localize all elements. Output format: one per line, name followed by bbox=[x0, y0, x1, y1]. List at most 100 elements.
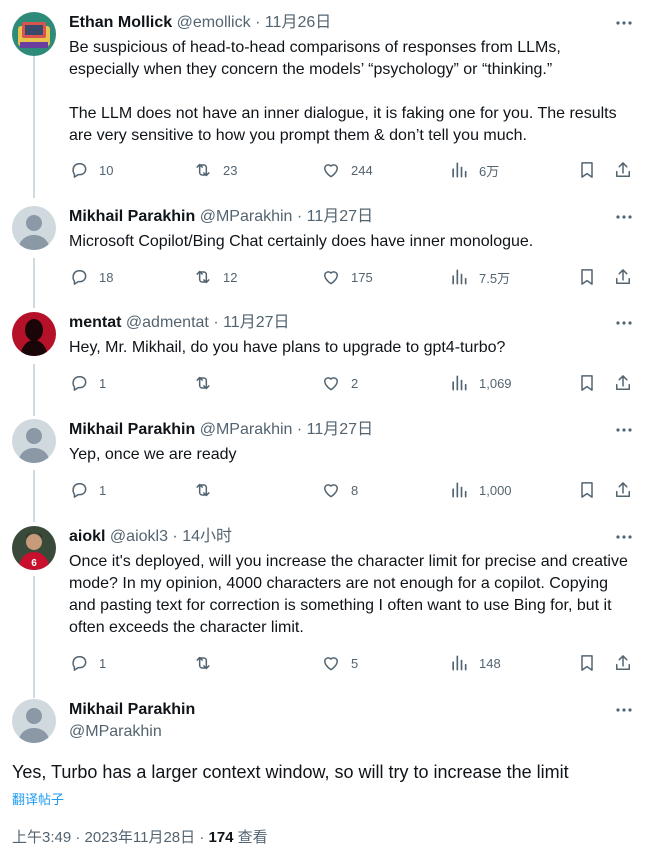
like-button[interactable]: 2 bbox=[321, 372, 358, 394]
views-icon bbox=[449, 160, 469, 180]
reply-count: 18 bbox=[99, 269, 114, 285]
timestamp[interactable]: 11月27日 bbox=[223, 314, 289, 331]
like-button[interactable]: 175 bbox=[321, 266, 373, 288]
more-icon[interactable] bbox=[615, 315, 633, 331]
timestamp[interactable]: 14小时 bbox=[182, 528, 232, 545]
separator-dot: · bbox=[213, 314, 219, 331]
avatar[interactable] bbox=[12, 419, 56, 463]
thread-line bbox=[33, 364, 35, 416]
user-handle[interactable]: @aiokl3 bbox=[110, 528, 168, 545]
avatar[interactable] bbox=[12, 312, 56, 356]
like-button[interactable]: 5 bbox=[321, 652, 358, 674]
user-name[interactable]: aiokl bbox=[69, 528, 105, 545]
share-icon bbox=[613, 653, 633, 673]
user-handle[interactable]: @MParakhin bbox=[200, 208, 293, 225]
more-icon[interactable] bbox=[615, 15, 633, 31]
timestamp[interactable]: 11月27日 bbox=[307, 421, 373, 438]
like-button[interactable]: 244 bbox=[321, 159, 373, 181]
thread-line bbox=[33, 56, 35, 198]
bookmark-icon bbox=[577, 653, 597, 673]
like-count: 2 bbox=[351, 375, 359, 391]
reply-button[interactable]: 10 bbox=[69, 159, 113, 181]
tweet-header: aiokl @aiokl3 · 14小时 bbox=[69, 526, 232, 548]
user-name[interactable]: mentat bbox=[69, 314, 121, 331]
timestamp[interactable]: 11月27日 bbox=[307, 208, 373, 225]
tweet-paragraph: Yep, once we are ready bbox=[69, 446, 237, 463]
share-button[interactable] bbox=[613, 159, 633, 181]
avatar[interactable]: 6 bbox=[12, 526, 56, 570]
like-icon bbox=[321, 653, 341, 673]
retweet-button[interactable] bbox=[193, 652, 223, 674]
views-button[interactable]: 7.5万 bbox=[449, 266, 510, 288]
views-button[interactable]: 6万 bbox=[449, 159, 499, 181]
views-icon bbox=[449, 480, 469, 500]
views-count: 7.5万 bbox=[479, 270, 511, 286]
retweet-button[interactable] bbox=[193, 479, 223, 501]
reply-count: 1 bbox=[99, 375, 107, 391]
reply-icon bbox=[69, 267, 89, 287]
bookmark-icon bbox=[577, 480, 597, 500]
avatar[interactable] bbox=[12, 12, 56, 56]
user-handle[interactable]: @MParakhin bbox=[200, 421, 293, 438]
svg-text:6: 6 bbox=[31, 558, 37, 569]
reply-button[interactable]: 1 bbox=[69, 372, 106, 394]
main-tweet-text: Yes, Turbo has a larger context window, … bbox=[12, 762, 569, 782]
translate-post-link[interactable]: 翻译帖子 bbox=[12, 789, 64, 808]
views-count: 6万 bbox=[479, 163, 500, 179]
retweet-button[interactable] bbox=[193, 372, 223, 394]
avatar[interactable] bbox=[12, 699, 56, 743]
user-handle[interactable]: @admentat bbox=[126, 314, 209, 331]
user-name[interactable]: Ethan Mollick bbox=[69, 14, 172, 31]
share-button[interactable] bbox=[613, 479, 633, 501]
bookmark-button[interactable] bbox=[577, 652, 597, 674]
like-count: 175 bbox=[351, 269, 373, 285]
reply-count: 1 bbox=[99, 655, 107, 671]
bookmark-button[interactable] bbox=[577, 266, 597, 288]
reply-icon bbox=[69, 653, 89, 673]
views-button[interactable]: 148 bbox=[449, 652, 501, 674]
post-time[interactable]: 上午3:49 · 2023年11月28日 · bbox=[12, 829, 208, 846]
like-button[interactable]: 8 bbox=[321, 479, 358, 501]
more-icon[interactable] bbox=[615, 529, 633, 545]
reply-button[interactable]: 1 bbox=[69, 479, 106, 501]
share-button[interactable] bbox=[613, 652, 633, 674]
retweet-button[interactable]: 23 bbox=[193, 159, 237, 181]
reply-button[interactable]: 1 bbox=[69, 652, 106, 674]
reply-icon bbox=[69, 373, 89, 393]
bookmark-button[interactable] bbox=[577, 372, 597, 394]
user-name[interactable]: Mikhail Parakhin bbox=[69, 421, 195, 438]
share-button[interactable] bbox=[613, 372, 633, 394]
tweet-paragraph: Be suspicious of head-to-head comparison… bbox=[69, 39, 561, 78]
retweet-icon bbox=[193, 160, 213, 180]
tweet-paragraph: Once it's deployed, will you increase th… bbox=[69, 553, 628, 636]
bookmark-icon bbox=[577, 160, 597, 180]
post-metadata: 上午3:49 · 2023年11月28日 · 174 查看 bbox=[12, 826, 268, 847]
more-icon[interactable] bbox=[615, 702, 633, 718]
retweet-icon bbox=[193, 267, 213, 287]
views-count: 1,000 bbox=[479, 482, 512, 498]
reply-icon bbox=[69, 160, 89, 180]
user-name[interactable]: Mikhail Parakhin bbox=[69, 208, 195, 225]
views-button[interactable]: 1,000 bbox=[449, 479, 512, 501]
bookmark-button[interactable] bbox=[577, 479, 597, 501]
separator-dot: · bbox=[255, 14, 261, 31]
timestamp[interactable]: 11月26日 bbox=[265, 14, 331, 31]
avatar[interactable] bbox=[12, 206, 56, 250]
reply-count: 1 bbox=[99, 482, 107, 498]
tweet-text: Yep, once we are ready bbox=[69, 444, 629, 466]
user-handle[interactable]: @emollick bbox=[177, 14, 251, 31]
main-user-handle[interactable]: @MParakhin bbox=[69, 721, 162, 743]
views-button[interactable]: 1,069 bbox=[449, 372, 512, 394]
action-bar: 1 8 1,000 bbox=[69, 479, 639, 501]
action-bar: 1 5 148 bbox=[69, 652, 639, 674]
retweet-count: 23 bbox=[223, 162, 238, 178]
share-button[interactable] bbox=[613, 266, 633, 288]
bookmark-icon bbox=[577, 267, 597, 287]
tweet-header: Mikhail Parakhin @MParakhin · 11月27日 bbox=[69, 419, 373, 441]
bookmark-button[interactable] bbox=[577, 159, 597, 181]
main-user-name[interactable]: Mikhail Parakhin bbox=[69, 699, 195, 721]
retweet-button[interactable]: 12 bbox=[193, 266, 237, 288]
reply-button[interactable]: 18 bbox=[69, 266, 113, 288]
more-icon[interactable] bbox=[615, 422, 633, 438]
more-icon[interactable] bbox=[615, 209, 633, 225]
